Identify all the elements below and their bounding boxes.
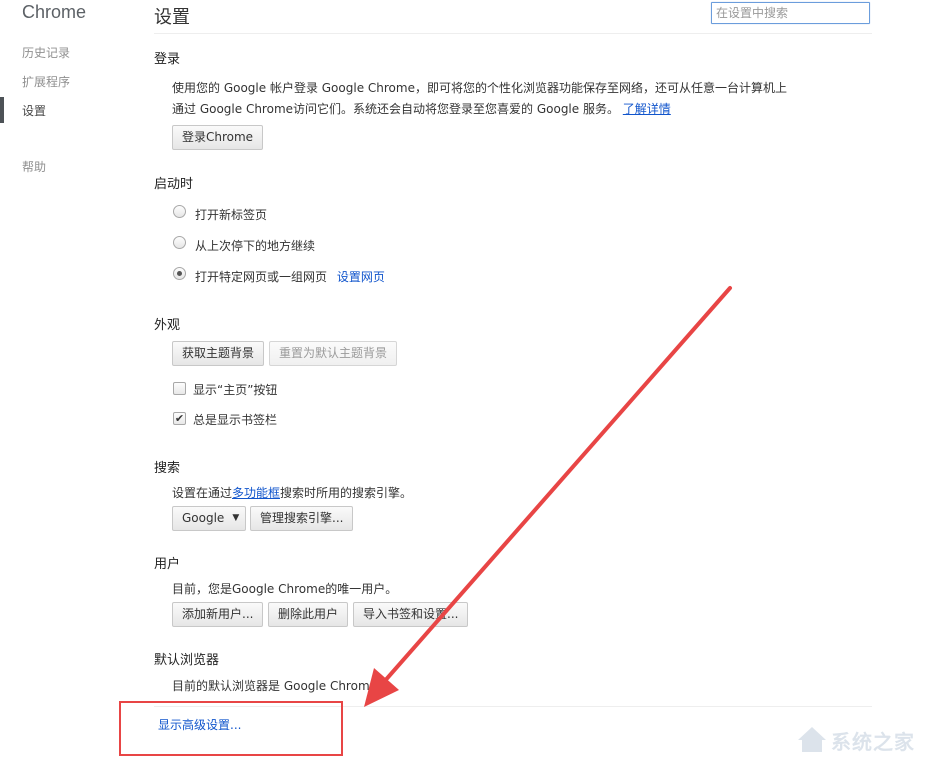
omnibox-link[interactable]: 多功能框 [232, 486, 280, 500]
app-brand: Chrome [22, 2, 87, 22]
add-user-button[interactable]: 添加新用户... [172, 602, 264, 627]
get-themes-button[interactable]: 获取主题背景 [172, 341, 265, 366]
manage-search-engines-button[interactable]: 管理搜索引擎... [250, 506, 354, 531]
sidebar-item-extensions[interactable]: 扩展程序 [22, 73, 70, 90]
show-home-checkbox[interactable] [173, 382, 186, 395]
signin-description-line1: 使用您的 Google 帐户登录 Google Chrome，即可将您的个性化浏… [172, 81, 787, 95]
sidebar: Chrome 历史记录 扩展程序 设置 帮助 [0, 0, 140, 763]
search-engine-selected: Google [182, 511, 225, 525]
watermark-text: 系统之家 [831, 730, 915, 754]
page-title: 设置 [154, 7, 190, 28]
section-title-default-browser: 默认浏览器 [154, 653, 220, 668]
show-bookmarks-label: 总是显示书签栏 [193, 413, 278, 427]
section-title-search: 搜索 [154, 461, 181, 476]
search-input[interactable] [711, 2, 870, 24]
search-desc-suffix: 搜索时所用的搜索引擎。 [280, 486, 413, 500]
signin-chrome-button[interactable]: 登录Chrome [172, 125, 264, 150]
search-description: 设置在通过多功能框搜索时所用的搜索引擎。 [172, 484, 412, 501]
show-bookmarks-checkbox[interactable]: ✔ [173, 412, 186, 425]
section-title-users: 用户 [154, 557, 181, 572]
delete-user-button[interactable]: 删除此用户 [268, 602, 349, 627]
annotation-highlight-box [119, 701, 343, 756]
sidebar-item-history[interactable]: 历史记录 [22, 44, 70, 61]
radio-new-tab-label: 打开新标签页 [195, 208, 268, 222]
triangle-down-icon: ▼ [232, 513, 240, 523]
show-home-label: 显示“主页”按钮 [193, 383, 278, 397]
learn-more-link[interactable]: 了解详情 [623, 102, 671, 116]
sidebar-item-settings[interactable]: 设置 [22, 102, 46, 119]
signin-description-text: 通过 Google Chrome访问它们。系统还会自动将您登录至您喜爱的 Goo… [172, 102, 619, 116]
radio-continue-label: 从上次停下的地方继续 [195, 239, 316, 253]
active-nav-indicator [0, 97, 4, 123]
radio-specific-pages-label: 打开特定网页或一组网页 设置网页 [195, 268, 385, 285]
section-title-startup: 启动时 [154, 177, 194, 192]
search-engine-select[interactable]: Google ▼ [172, 506, 246, 531]
default-browser-description: 目前的默认浏览器是 Google Chrome。 [172, 679, 390, 693]
import-bookmarks-button[interactable]: 导入书签和设置... [353, 602, 469, 627]
radio-continue[interactable] [173, 236, 186, 249]
search-desc-prefix: 设置在通过 [172, 486, 233, 500]
radio-specific-pages[interactable] [173, 267, 186, 280]
reset-theme-button[interactable]: 重置为默认主题背景 [269, 341, 398, 366]
section-title-appearance: 外观 [154, 318, 181, 333]
watermark-house-icon [798, 727, 826, 752]
sidebar-item-help[interactable]: 帮助 [22, 158, 46, 175]
section-title-signin: 登录 [154, 52, 181, 67]
checkmark-icon: ✔ [174, 412, 185, 425]
users-description: 目前，您是Google Chrome的唯一用户。 [172, 582, 398, 596]
set-pages-link[interactable]: 设置网页 [337, 270, 385, 284]
radio-specific-pages-text: 打开特定网页或一组网页 [195, 270, 328, 284]
radio-new-tab[interactable] [173, 205, 186, 218]
watermark-logo: 系统之家 [795, 722, 945, 756]
title-divider [154, 33, 872, 34]
signin-description-line2: 通过 Google Chrome访问它们。系统还会自动将您登录至您喜爱的 Goo… [172, 100, 671, 117]
